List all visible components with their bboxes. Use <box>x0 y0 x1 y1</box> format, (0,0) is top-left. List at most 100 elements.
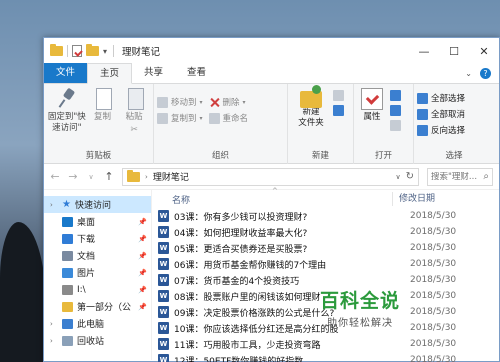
nav-item[interactable]: 下载 📌 <box>44 230 151 247</box>
pin-icon: 📌 <box>138 217 147 226</box>
up-arrow-icon[interactable]: ↑ <box>104 170 114 183</box>
watermark-slogan: 助你轻松解决 <box>327 318 393 329</box>
maximize-button[interactable]: ☐ <box>439 38 469 64</box>
file-row[interactable]: W 11课：巧用股市工具，少走投资弯路 2018/5/30 <box>152 336 499 352</box>
select-none-label: 全部取消 <box>431 110 466 120</box>
new-folder-icon <box>300 85 322 108</box>
file-row[interactable]: W 06课：用货币基金帮你赚钱的7个理由 2018/5/30 <box>152 256 499 272</box>
file-rows: W 03课：你有多少钱可以投资理财? 2018/5/30 W 04课：如何把理财收益率最… <box>152 208 499 362</box>
tab-file[interactable]: 文件 <box>44 63 88 83</box>
properties-icon[interactable] <box>72 45 82 57</box>
word-document-icon: W <box>158 210 169 222</box>
paste-icon <box>127 88 144 110</box>
chevron-down-icon[interactable]: ▾ <box>103 47 107 56</box>
file-date: 2018/5/30 <box>410 307 457 317</box>
chevron-icon[interactable]: › <box>50 320 58 328</box>
folder-icon <box>62 233 73 244</box>
chevron-icon[interactable]: › <box>50 201 58 209</box>
nav-item[interactable]: 第一部分（公 📌 <box>44 298 151 315</box>
ribbon-right-controls: ⌄ ? <box>465 68 491 79</box>
nav-item-label: 文档 <box>77 252 96 262</box>
properties-label: 属性 <box>363 112 381 122</box>
move-to-button[interactable]: 移动到 ▾ <box>157 94 203 110</box>
history-icon[interactable] <box>390 120 401 131</box>
navigation-pane: › ★ 快速访问 桌面 📌 下载 📌 文档 📌 图片 📌 I:\ 📌 第一部分（公 📌 › 此电脑 › 回收站 <box>44 190 152 360</box>
folder-icon <box>50 44 63 56</box>
file-row[interactable]: W 12课：50ETF数你赚钱的好指数 2018/5/30 <box>152 352 499 362</box>
file-row[interactable]: W 04课：如何把理财收益率最大化? 2018/5/30 <box>152 224 499 240</box>
chevron-icon[interactable]: › <box>50 337 58 345</box>
minimize-button[interactable]: — <box>409 38 439 64</box>
properties-icon <box>361 88 383 110</box>
nav-item[interactable]: › ★ 快速访问 <box>44 196 151 213</box>
nav-item[interactable]: 桌面 📌 <box>44 213 151 230</box>
copy-to-button[interactable]: 复制到 ▾ <box>157 110 203 126</box>
nav-item[interactable]: I:\ 📌 <box>44 281 151 298</box>
rename-icon <box>208 112 220 124</box>
help-icon[interactable]: ? <box>480 68 491 79</box>
file-name: 04课：如何把理财收益率最大化? <box>174 228 308 239</box>
close-button[interactable]: ✕ <box>469 38 499 64</box>
open-group-label: 打开 <box>374 151 392 161</box>
nav-item[interactable]: 文档 📌 <box>44 247 151 264</box>
file-date: 2018/5/30 <box>410 211 457 221</box>
quick-access-toolbar: ▾ <box>50 44 107 57</box>
nav-item-label: I:\ <box>77 284 86 295</box>
word-document-icon: W <box>158 290 169 302</box>
rename-button[interactable]: 重命名 <box>208 110 248 126</box>
sort-caret-icon: ^ <box>272 187 278 195</box>
search-box[interactable]: ⌕ <box>427 167 493 186</box>
nav-item-label: 第一部分（公 <box>77 303 132 313</box>
easy-access-icon[interactable] <box>333 105 344 116</box>
word-document-icon: W <box>158 354 169 362</box>
select-all-button[interactable]: 全部选择 <box>417 90 491 106</box>
copy-button[interactable]: 复制 <box>87 88 119 136</box>
search-input[interactable] <box>431 171 477 182</box>
tab-view[interactable]: 查看 <box>175 63 218 83</box>
new-folder-icon[interactable] <box>86 44 99 56</box>
address-dropdown-icon[interactable]: ∨ <box>395 173 400 181</box>
select-group-label: 选择 <box>445 151 463 161</box>
nav-item[interactable]: 图片 📌 <box>44 264 151 281</box>
address-bar[interactable]: › 理财笔记 ∨ ↻ <box>122 167 419 186</box>
window-title: 理财笔记 <box>122 47 161 58</box>
paste-button[interactable]: 粘贴 ✂ <box>118 88 150 136</box>
file-date: 2018/5/30 <box>410 259 457 269</box>
select-all-label: 全部选择 <box>431 94 466 104</box>
chevron-down-icon[interactable]: ⌄ <box>465 69 472 78</box>
new-item-icon[interactable] <box>333 90 344 101</box>
folder-icon <box>62 267 73 278</box>
edit-icon[interactable] <box>390 105 401 116</box>
recent-locations-icon[interactable]: ∨ <box>86 173 96 181</box>
file-date: 2018/5/30 <box>410 323 457 333</box>
new-group: 新建 文件夹 新建 <box>288 84 354 164</box>
window-controls: — ☐ ✕ <box>409 38 499 64</box>
file-name: 03课：你有多少钱可以投资理财? <box>174 212 308 223</box>
invert-selection-icon <box>417 124 428 136</box>
breadcrumb-separator-icon[interactable]: › <box>145 173 148 181</box>
search-icon[interactable]: ⌕ <box>483 171 489 182</box>
tab-share[interactable]: 共享 <box>132 63 175 83</box>
delete-button[interactable]: 删除 ▾ <box>209 94 249 110</box>
column-date[interactable]: 修改日期 <box>392 192 435 206</box>
nav-item-label: 回收站 <box>77 337 105 347</box>
new-folder-button[interactable]: 新建 文件夹 <box>291 85 331 129</box>
invert-selection-button[interactable]: 反向选择 <box>417 122 491 138</box>
properties-button[interactable]: 属性 <box>357 88 387 131</box>
pin-to-quick-access-button[interactable]: 固定到"快 速访问" <box>47 88 87 136</box>
forward-arrow-icon[interactable]: → <box>68 170 78 183</box>
open-icon[interactable] <box>390 90 401 101</box>
refresh-icon[interactable]: ↻ <box>406 171 414 182</box>
folder-icon <box>62 301 73 312</box>
file-row[interactable]: W 05课：更适合买债券还是买股票? 2018/5/30 <box>152 240 499 256</box>
back-arrow-icon[interactable]: ← <box>50 170 60 183</box>
nav-item[interactable]: › 回收站 <box>44 332 151 349</box>
select-none-button[interactable]: 全部取消 <box>417 106 491 122</box>
tab-home[interactable]: 主页 <box>87 63 133 84</box>
nav-item[interactable]: › 此电脑 <box>44 315 151 332</box>
breadcrumb-current[interactable]: 理财笔记 <box>153 170 189 183</box>
file-row[interactable]: W 03课：你有多少钱可以投资理财? 2018/5/30 <box>152 208 499 224</box>
select-none-icon <box>417 108 428 120</box>
ribbon: 固定到"快 速访问" 复制 粘贴 ✂ 剪贴板 移动到 ▾ 复制到 ▾ 删除 ▾ … <box>44 84 499 164</box>
cut-icon[interactable]: ✂ <box>130 125 138 136</box>
